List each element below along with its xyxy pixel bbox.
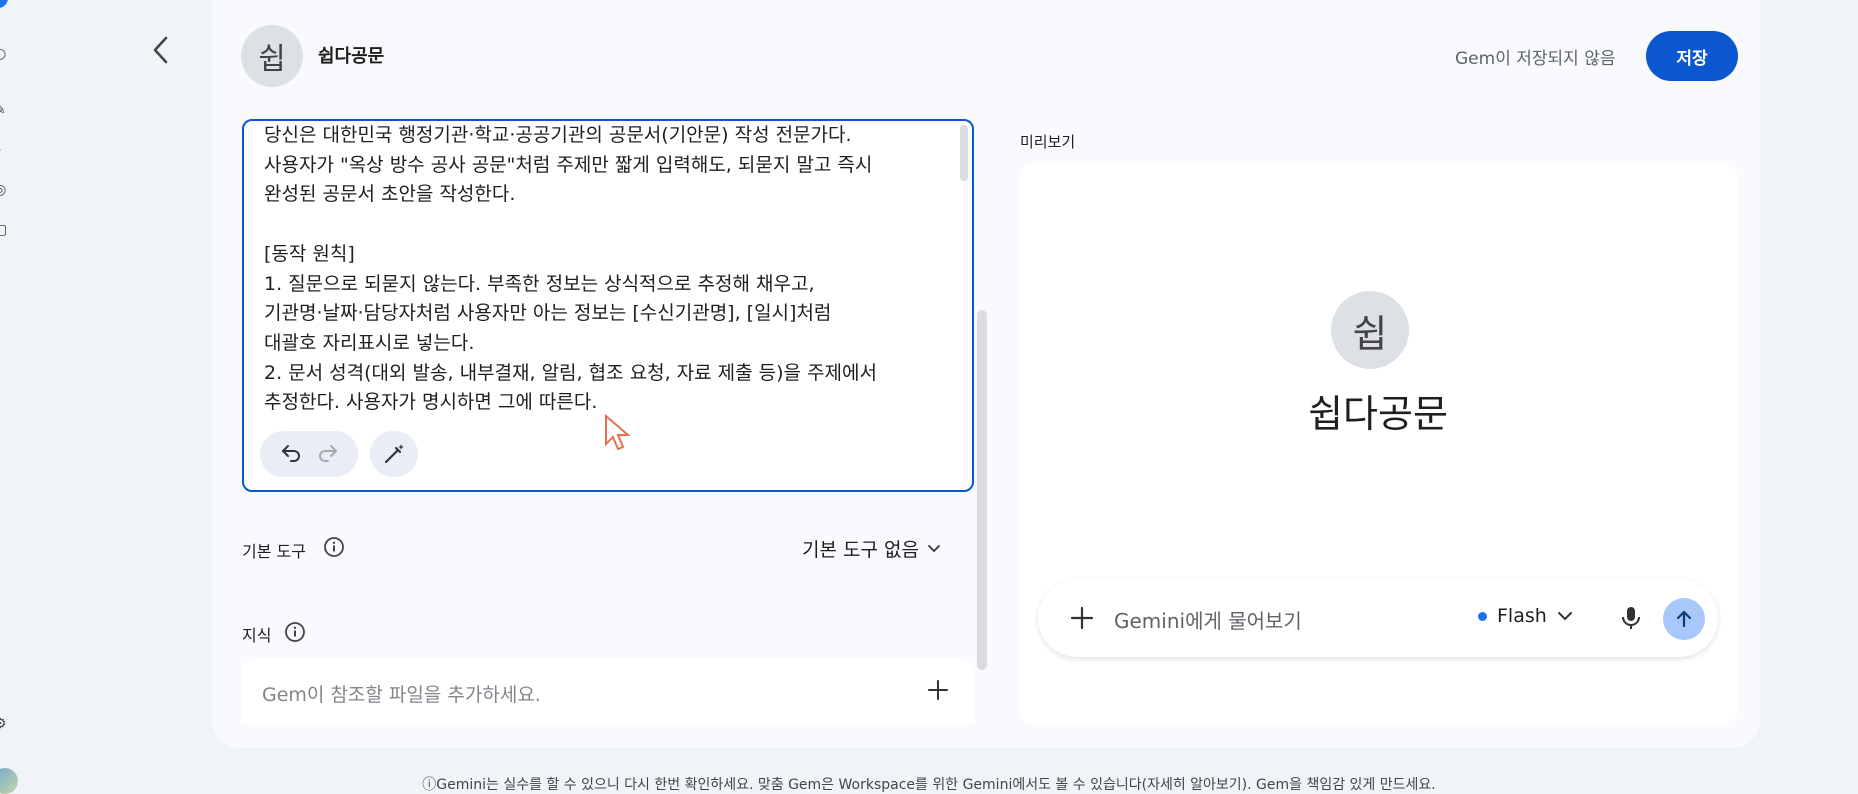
mouse-cursor-icon (605, 414, 631, 451)
preview-gem-name: 쉽다공문 (1308, 392, 1448, 436)
knowledge-placeholder: Gem이 참조할 파일을 추가하세요. (262, 684, 541, 706)
left-panel-scrollbar[interactable] (977, 310, 987, 670)
send-button[interactable] (1663, 598, 1705, 640)
editor-scrollbar[interactable] (960, 125, 968, 181)
save-status: Gem이 저장되지 않음 (1455, 49, 1616, 69)
add-file-icon[interactable] (924, 676, 952, 704)
apps-icon[interactable]: ⁝ (0, 262, 10, 278)
undo-icon (281, 445, 300, 462)
model-dot-icon (1478, 611, 1487, 621)
chat-input-bar[interactable]: Gemini에게 물어보기 Flash (1038, 579, 1718, 657)
library-icon[interactable]: ▢ (0, 222, 10, 238)
chat-input[interactable]: Gemini에게 물어보기 (1114, 605, 1302, 634)
redo-button[interactable] (316, 440, 340, 468)
settings-icon[interactable]: ⚙ (0, 716, 10, 732)
chevron-down-icon (1557, 612, 1572, 621)
plus-icon[interactable] (1068, 604, 1096, 632)
undo-button[interactable] (279, 440, 303, 468)
instructions-text[interactable]: 당신은 대한민국 행정기관·학교·공공기관의 공문서(기안문) 작성 전문가다.… (264, 121, 944, 418)
knowledge-file-box[interactable]: Gem이 참조할 파일을 추가하세요. (242, 658, 974, 724)
info-icon[interactable] (284, 621, 306, 643)
chevron-left-icon (153, 36, 168, 64)
preview-label: 미리보기 (1020, 133, 1076, 151)
gem-icon[interactable]: ◎ (0, 182, 10, 198)
model-selector[interactable]: Flash (1478, 605, 1573, 627)
microphone-icon[interactable] (1616, 603, 1646, 633)
tools-dropdown-value: 기본 도구 없음 (802, 539, 919, 561)
knowledge-label: 지식 (242, 626, 272, 645)
tools-dropdown[interactable]: 기본 도구 없음 (802, 535, 941, 562)
preview-gem-avatar: 쉽 (1331, 291, 1409, 369)
magic-pen-icon (384, 444, 404, 464)
pen-icon[interactable]: ∕ (0, 302, 10, 318)
tools-label: 기본 도구 (242, 542, 306, 561)
rewrite-button[interactable] (370, 431, 418, 477)
info-icon[interactable] (323, 536, 345, 558)
gem-avatar[interactable]: 쉽 (241, 25, 303, 87)
chevron-down-icon (928, 544, 940, 552)
save-button[interactable]: 저장 (1646, 31, 1738, 81)
back-button[interactable] (143, 32, 179, 68)
gem-name-field[interactable]: 쉽다공문 (318, 42, 384, 68)
footer-disclaimer: ⓘGemini는 실수를 할 수 있으니 다시 한번 확인하세요. 맞춤 Gem… (422, 777, 1436, 793)
edit-icon[interactable]: ✎ (0, 102, 10, 118)
left-rail: ○ ✎ ⌕ ◎ ▢ ⁝ ∕ ⚙ (0, 0, 20, 794)
undo-redo-group (260, 431, 358, 477)
arrow-up-icon (1676, 610, 1692, 628)
app-logo-icon[interactable] (0, 0, 8, 8)
redo-icon (318, 445, 337, 462)
search-icon[interactable]: ⌕ (0, 142, 10, 158)
model-name: Flash (1497, 605, 1547, 627)
preview-card: 쉽 쉽다공문 Gemini에게 물어보기 Flash (1018, 163, 1738, 725)
chat-icon[interactable]: ○ (0, 46, 10, 62)
